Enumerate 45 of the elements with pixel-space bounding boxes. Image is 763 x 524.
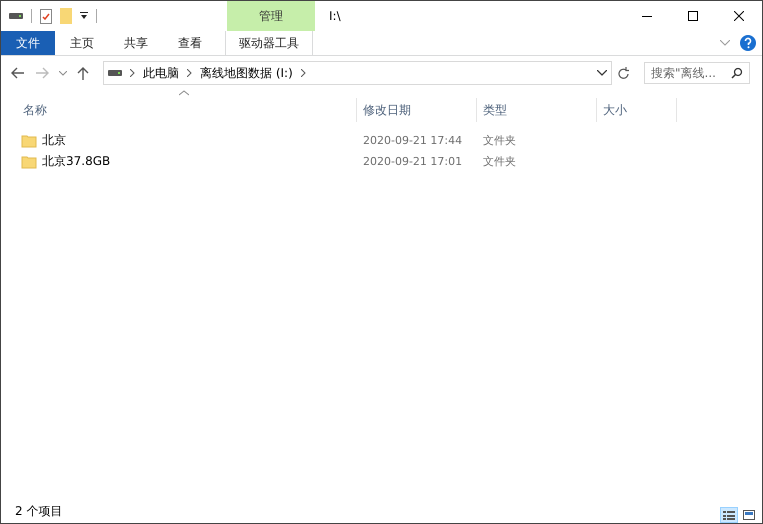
drive-icon <box>108 70 122 76</box>
sort-caret-icon <box>179 90 189 96</box>
chevron-down-icon[interactable] <box>597 70 607 76</box>
modified-date: 2020-09-21 17:44 <box>362 134 464 147</box>
ribbon-tab[interactable]: 文件 <box>1 31 55 55</box>
large-icons-view-button[interactable] <box>740 507 758 523</box>
address-bar[interactable]: 此电脑 离线地图数据 (I:) <box>103 61 612 85</box>
folder-icon <box>21 154 37 168</box>
ribbon-tab[interactable]: 驱动器工具 <box>225 31 313 55</box>
recent-dropdown[interactable] <box>57 70 69 76</box>
file-row[interactable]: 北京37.8GB 2020-09-21 17:01 文件夹 <box>1 151 762 172</box>
item-count: 2 个项目 <box>15 502 62 520</box>
file-name: 北京37.8GB <box>42 153 110 170</box>
chevron-right-icon[interactable] <box>300 69 306 77</box>
file-name: 北京 <box>42 132 66 149</box>
chevron-right-icon[interactable] <box>187 69 192 77</box>
up-button[interactable] <box>75 66 91 80</box>
file-type: 文件夹 <box>482 133 517 148</box>
search-field[interactable]: 搜索"离线... <box>644 62 750 84</box>
chevron-right-icon[interactable] <box>130 69 135 77</box>
refresh-icon[interactable] <box>618 66 630 80</box>
file-row[interactable]: 北京 2020-09-21 17:44 文件夹 <box>1 130 762 151</box>
breadcrumb[interactable]: 离线地图数据 (I:) <box>200 64 293 82</box>
close-icon[interactable] <box>734 11 744 21</box>
breadcrumb[interactable]: 此电脑 <box>143 64 179 82</box>
file-type: 文件夹 <box>482 154 517 169</box>
ribbon-tab[interactable]: 共享 <box>109 31 163 55</box>
context-group-label: 管理 <box>227 1 315 31</box>
folder-icon <box>21 134 37 148</box>
modified-date: 2020-09-21 17:01 <box>362 155 464 168</box>
details-view-button[interactable] <box>720 507 738 523</box>
properties-icon[interactable] <box>40 8 52 24</box>
column-header[interactable]: 修改日期 <box>357 98 477 122</box>
window-title: I:\ <box>329 9 341 23</box>
column-header[interactable]: 类型 <box>477 98 597 122</box>
maximize-icon[interactable] <box>688 11 698 21</box>
drive-icon[interactable] <box>9 13 23 19</box>
dropdown-icon[interactable] <box>80 12 88 20</box>
back-button[interactable] <box>9 67 27 79</box>
ribbon-tab[interactable]: 查看 <box>163 31 217 55</box>
column-header[interactable]: 名称 <box>17 98 357 122</box>
column-header[interactable]: 大小 <box>597 98 677 122</box>
search-icon[interactable] <box>731 67 743 79</box>
ribbon-tab[interactable]: 主页 <box>55 31 109 55</box>
help-icon[interactable] <box>740 35 756 51</box>
